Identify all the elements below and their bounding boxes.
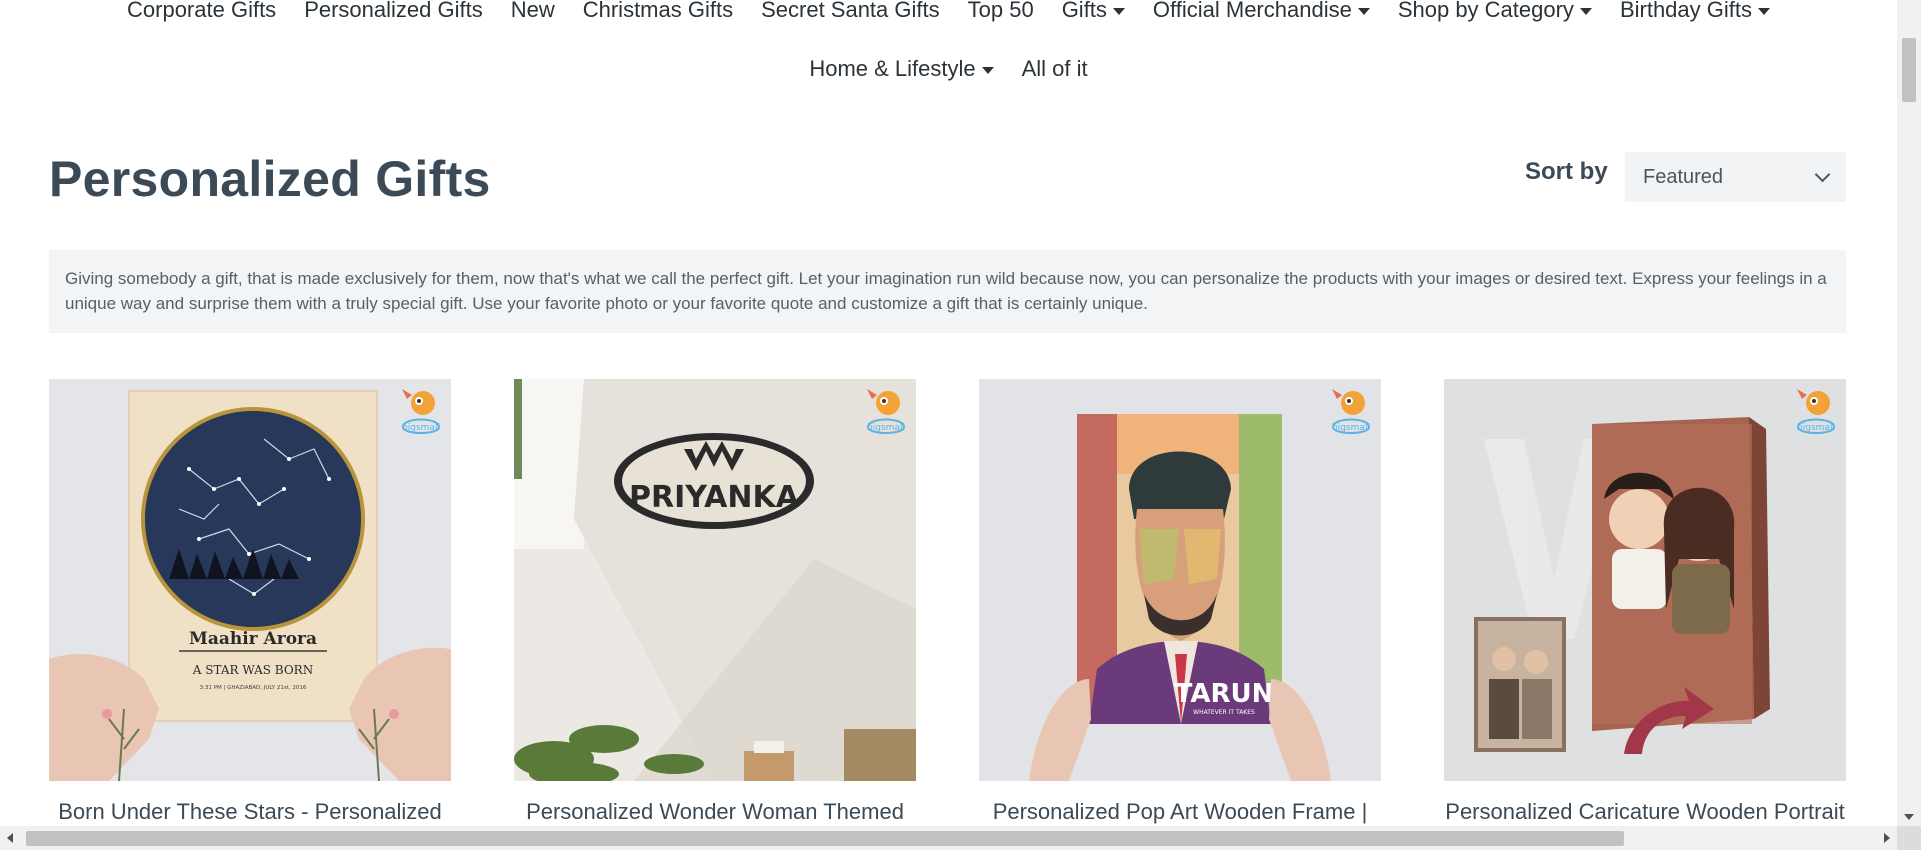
nav-item-personalized-gifts[interactable]: Personalized Gifts — [304, 0, 483, 23]
scroll-down-arrow-icon[interactable] — [1904, 814, 1914, 820]
image-name-text: TARUN — [1175, 679, 1274, 709]
sort-selected-value: Featured — [1643, 165, 1724, 188]
category-description: Giving somebody a gift, that is made exc… — [49, 250, 1846, 333]
nav-item-all-of-it[interactable]: All of it — [1022, 56, 1088, 82]
brand-badge-icon: bigsmall — [867, 389, 906, 434]
product-image[interactable]: bigsmall — [1444, 379, 1846, 781]
nav-item-label: Corporate Gifts — [127, 0, 277, 22]
caret-down-icon — [1579, 7, 1592, 15]
product-image[interactable]: TARUN WHATEVER IT TAKES bigsmall — [979, 379, 1381, 781]
nav-row-1: Corporate Gifts Personalized Gifts New Chri… — [0, 0, 1897, 26]
nav-item-top-50[interactable]: Top 50 — [968, 0, 1034, 23]
nav-item-label: Shop by Category — [1397, 0, 1574, 22]
nav-item-label: Top 50 — [967, 0, 1034, 22]
product-title[interactable]: Personalized Wonder Woman Themed — [514, 799, 916, 825]
image-tagline-text: A STAR WAS BORN — [192, 663, 313, 677]
vertical-scrollbar-thumb[interactable] — [1902, 38, 1916, 102]
nav-item-home-lifestyle[interactable]: Home & Lifestyle — [809, 56, 994, 82]
page-title: Personalized Gifts — [49, 151, 491, 207]
svg-text:bigsmall: bigsmall — [402, 423, 440, 433]
nav-item-secret-santa-gifts[interactable]: Secret Santa Gifts — [761, 0, 940, 23]
sort-label: Sort by — [1525, 158, 1608, 185]
image-tagline-text: WHATEVER IT TAKES — [1193, 709, 1255, 716]
nav-item-label: Personalized Gifts — [304, 0, 483, 22]
svg-text:bigsmall: bigsmall — [1332, 423, 1370, 433]
nav-item-label: Christmas Gifts — [582, 0, 734, 22]
sort-select[interactable]: Featured — [1625, 152, 1846, 202]
scrollbar-corner — [1897, 826, 1921, 850]
image-name-text: PRIYANKA — [629, 480, 800, 515]
product-image[interactable]: Maahir Arora A STAR WAS BORN 3:31 PM | G… — [49, 379, 451, 781]
nav-item-label: Official Merchandise — [1152, 0, 1352, 22]
product-card[interactable]: TARUN WHATEVER IT TAKES bigsmall Persona… — [979, 379, 1381, 825]
svg-text:bigsmall: bigsmall — [1797, 423, 1835, 433]
product-card[interactable]: bigsmall Personalized Caricature Wooden … — [1444, 379, 1846, 825]
brand-badge-icon: bigsmall — [402, 389, 441, 434]
nav-item-new[interactable]: New — [511, 0, 555, 23]
brand-badge-icon: bigsmall — [1797, 389, 1836, 434]
nav-item-label: New — [510, 0, 555, 22]
chevron-down-icon — [1814, 166, 1831, 183]
image-details-text: 3:31 PM | GHAZIABAD, JULY 21st, 2016 — [200, 685, 307, 691]
nav-item-shop-by-category[interactable]: Shop by Category — [1398, 0, 1592, 23]
product-card[interactable]: Maahir Arora A STAR WAS BORN 3:31 PM | G… — [49, 379, 451, 825]
nav-item-label: Secret Santa Gifts — [761, 0, 940, 22]
nav-item-label: Birthday Gifts — [1619, 0, 1752, 22]
product-title[interactable]: Born Under These Stars - Personalized — [49, 799, 451, 825]
scroll-left-arrow-icon[interactable] — [7, 833, 13, 843]
horizontal-scrollbar-thumb[interactable] — [26, 831, 1624, 846]
nav-item-label: All of it — [1021, 56, 1088, 81]
image-name-text: Maahir Arora — [189, 629, 317, 649]
caret-down-icon — [1357, 7, 1370, 15]
caret-down-icon — [981, 66, 994, 74]
product-title[interactable]: Personalized Caricature Wooden Portrait — [1444, 799, 1846, 825]
nav-item-label: Gifts — [1061, 0, 1107, 22]
product-image[interactable]: PRIYANKA bigsmall — [514, 379, 916, 781]
nav-item-gifts[interactable]: Gifts — [1062, 0, 1125, 23]
nav-item-birthday-gifts[interactable]: Birthday Gifts — [1620, 0, 1770, 23]
brand-badge-icon: bigsmall — [1332, 389, 1371, 434]
nav-item-corporate-gifts[interactable]: Corporate Gifts — [127, 0, 276, 23]
product-card[interactable]: PRIYANKA bigsmall Personalized Wonder Wo… — [514, 379, 916, 825]
horizontal-scrollbar[interactable] — [0, 826, 1897, 850]
vertical-scrollbar[interactable] — [1897, 0, 1921, 826]
product-title[interactable]: Personalized Pop Art Wooden Frame | — [979, 799, 1381, 825]
caret-down-icon — [1757, 7, 1770, 15]
svg-text:bigsmall: bigsmall — [867, 423, 905, 433]
nav-row-2: Home & Lifestyle All of it — [0, 53, 1897, 85]
scroll-right-arrow-icon[interactable] — [1884, 833, 1890, 843]
nav-item-label: Home & Lifestyle — [809, 56, 976, 81]
nav-item-official-merchandise[interactable]: Official Merchandise — [1153, 0, 1370, 23]
caret-down-icon — [1112, 7, 1125, 15]
nav-item-christmas-gifts[interactable]: Christmas Gifts — [583, 0, 733, 23]
